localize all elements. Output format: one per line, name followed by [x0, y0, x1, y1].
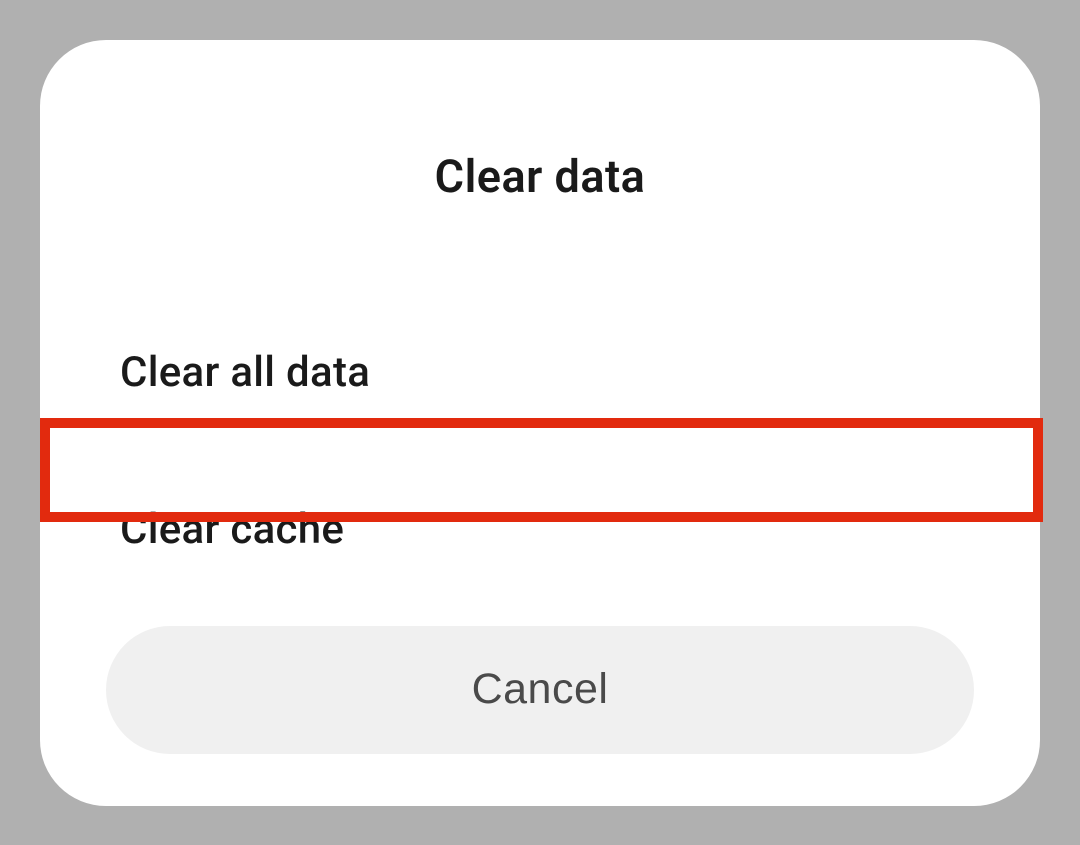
- cancel-button[interactable]: Cancel: [106, 626, 974, 754]
- dialog-title: Clear data: [40, 150, 1040, 203]
- clear-cache-label: Clear cache: [120, 505, 344, 554]
- clear-all-data-label: Clear all data: [120, 348, 370, 397]
- clear-cache-option[interactable]: Clear cache: [40, 450, 1040, 610]
- clear-data-dialog: Clear data Clear all data Clear cache Ca…: [40, 40, 1040, 806]
- options-list: Clear all data Clear cache: [40, 295, 1040, 610]
- clear-all-data-option[interactable]: Clear all data: [40, 295, 1040, 450]
- dialog-footer: Cancel: [40, 626, 1040, 754]
- cancel-button-label: Cancel: [472, 665, 609, 713]
